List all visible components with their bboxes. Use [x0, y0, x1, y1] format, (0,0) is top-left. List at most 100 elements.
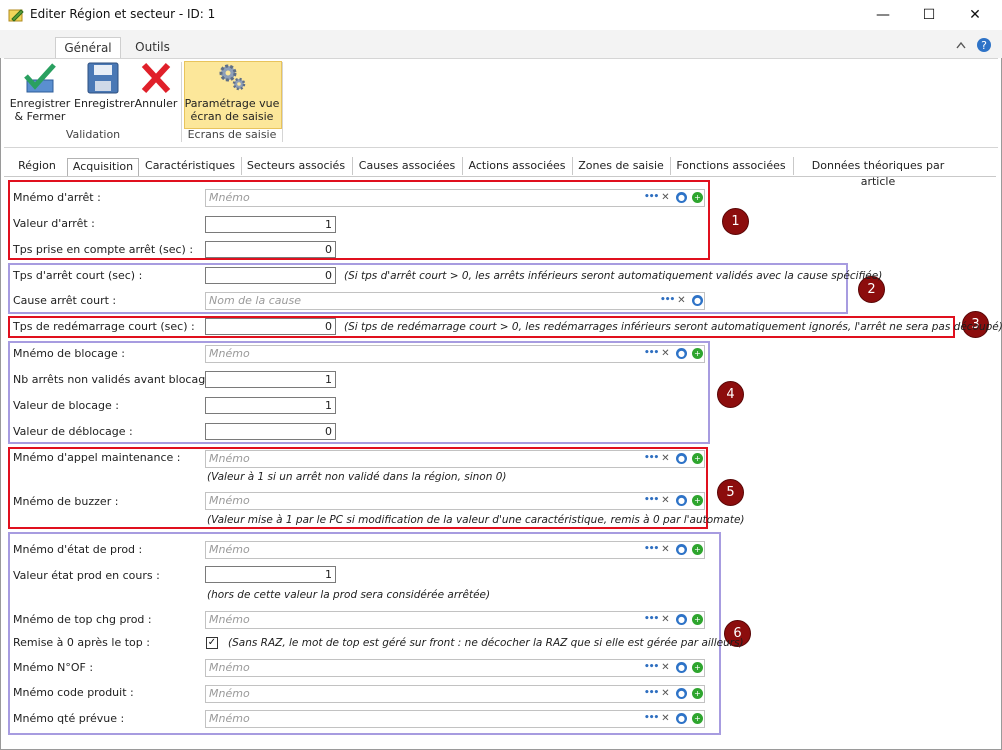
tab-actions-associees[interactable]: Actions associées — [465, 158, 569, 176]
ribbon-tab-general[interactable]: Général — [55, 37, 121, 59]
add-icon[interactable]: + — [692, 348, 703, 359]
add-icon[interactable]: + — [692, 614, 703, 625]
clear-icon[interactable]: ✕ — [660, 544, 671, 555]
close-button[interactable]: ✕ — [952, 0, 998, 30]
appel-maintenance-field[interactable]: Mnémo ••• ✕ ● + — [205, 450, 705, 468]
raz-label: Remise à 0 après le top : — [13, 636, 150, 649]
tab-acquisition[interactable]: Acquisition — [67, 158, 139, 177]
info-icon[interactable]: ● — [676, 688, 687, 699]
group-box-6 — [8, 532, 721, 735]
qte-prevue-placeholder: Mnémo — [209, 712, 250, 725]
code-produit-placeholder: Mnémo — [209, 687, 250, 700]
mnemo-blocage-placeholder: Mnémo — [209, 347, 250, 360]
collapse-ribbon-icon[interactable] — [955, 40, 967, 50]
info-icon[interactable]: ● — [676, 614, 687, 625]
add-icon[interactable]: + — [692, 662, 703, 673]
mnemo-blocage-field[interactable]: Mnémo ••• ✕ ● + — [205, 345, 705, 363]
tps-prise-label: Tps prise en compte arrêt (sec) : — [13, 243, 194, 256]
help-icon[interactable]: ? — [976, 37, 992, 53]
info-icon[interactable]: ● — [676, 495, 687, 506]
buzzer-note: (Valeur mise à 1 par le PC si modificati… — [207, 514, 745, 526]
valeur-etat-input[interactable]: 1 — [205, 566, 336, 583]
info-icon[interactable]: ● — [676, 544, 687, 555]
add-icon[interactable]: + — [692, 688, 703, 699]
buzzer-placeholder: Mnémo — [209, 494, 250, 507]
ellipsis-icon[interactable]: ••• — [644, 713, 659, 724]
add-icon[interactable]: + — [692, 495, 703, 506]
info-icon[interactable]: ● — [692, 295, 703, 306]
raz-checkbox[interactable]: ✓ — [206, 637, 218, 649]
tps-arret-court-input[interactable]: 0 — [205, 267, 336, 284]
clear-icon[interactable]: ✕ — [660, 688, 671, 699]
info-icon[interactable]: ● — [676, 713, 687, 724]
maximize-button[interactable]: ☐ — [906, 0, 952, 30]
save-button[interactable]: Enregistrer — [74, 62, 135, 110]
top-chg-prod-field[interactable]: Mnémo ••• ✕ ● + — [205, 611, 705, 629]
save-close-button[interactable]: Enregistrer & Fermer — [8, 62, 72, 123]
add-icon[interactable]: + — [692, 544, 703, 555]
ellipsis-icon[interactable]: ••• — [644, 544, 659, 555]
clear-icon[interactable]: ✕ — [660, 453, 671, 464]
clear-icon[interactable]: ✕ — [660, 713, 671, 724]
add-icon[interactable]: + — [692, 713, 703, 724]
info-icon[interactable]: ● — [676, 453, 687, 464]
info-icon[interactable]: ● — [676, 662, 687, 673]
ellipsis-icon[interactable]: ••• — [644, 192, 659, 203]
tab-secteurs-associes[interactable]: Secteurs associés — [244, 158, 348, 176]
cancel-label: Annuler — [134, 97, 178, 110]
clear-icon[interactable]: ✕ — [660, 348, 671, 359]
nb-arrets-input[interactable]: 1 — [205, 371, 336, 388]
clear-icon[interactable]: ✕ — [660, 662, 671, 673]
add-icon[interactable]: + — [692, 192, 703, 203]
valeur-blocage-input[interactable]: 1 — [205, 397, 336, 414]
info-icon[interactable]: ● — [676, 348, 687, 359]
valeur-arret-label: Valeur d'arrêt : — [13, 217, 95, 230]
appel-maintenance-label: Mnémo d'appel maintenance : — [13, 451, 181, 464]
numero-of-field[interactable]: Mnémo ••• ✕ ● + — [205, 659, 705, 677]
tab-fonctions-associees[interactable]: Fonctions associées — [673, 158, 789, 176]
tab-zones-de-saisie[interactable]: Zones de saisie — [575, 158, 667, 176]
clear-icon[interactable]: ✕ — [676, 295, 687, 306]
ellipsis-icon[interactable]: ••• — [644, 348, 659, 359]
gears-icon — [219, 64, 246, 91]
tps-redemarrage-note: (Si tps de redémarrage court > 0, les re… — [344, 321, 1002, 333]
cause-arret-label: Cause arrêt court : — [13, 294, 117, 307]
qte-prevue-field[interactable]: Mnémo ••• ✕ ● + — [205, 710, 705, 728]
minimize-button[interactable]: — — [860, 0, 906, 30]
tab-region[interactable]: Région — [12, 158, 62, 176]
tps-prise-input[interactable]: 0 — [205, 241, 336, 258]
top-chg-prod-placeholder: Mnémo — [209, 613, 250, 626]
mnemo-arret-field[interactable]: Mnémo ••• ✕ ● + — [205, 189, 705, 207]
clear-icon[interactable]: ✕ — [660, 192, 671, 203]
ellipsis-icon[interactable]: ••• — [644, 662, 659, 673]
window-title: Editer Région et secteur - ID: 1 — [30, 7, 216, 21]
ribbon-group-separator — [282, 62, 283, 142]
tab-donnees-theoriques[interactable]: Données théoriques par article — [796, 158, 960, 188]
cancel-button[interactable]: Annuler — [134, 62, 178, 110]
cause-arret-field[interactable]: Nom de la cause ••• ✕ ● — [205, 292, 705, 310]
tps-redemarrage-input[interactable]: 0 — [205, 318, 336, 335]
param-vue-button[interactable]: Paramétrage vue écran de saisie — [184, 62, 280, 123]
valeur-deblocage-input[interactable]: 0 — [205, 423, 336, 440]
code-produit-field[interactable]: Mnémo ••• ✕ ● + — [205, 685, 705, 703]
valeur-etat-label: Valeur état prod en cours : — [13, 569, 160, 582]
valeur-arret-input[interactable]: 1 — [205, 216, 336, 233]
add-icon[interactable]: + — [692, 453, 703, 464]
clear-icon[interactable]: ✕ — [660, 614, 671, 625]
etat-prod-field[interactable]: Mnémo ••• ✕ ● + — [205, 541, 705, 559]
tab-caracteristiques[interactable]: Caractéristiques — [143, 158, 237, 176]
ellipsis-icon[interactable]: ••• — [660, 295, 675, 306]
tps-redemarrage-label: Tps de redémarrage court (sec) : — [13, 320, 195, 333]
tab-causes-associees[interactable]: Causes associées — [355, 158, 459, 176]
clear-icon[interactable]: ✕ — [660, 495, 671, 506]
ellipsis-icon[interactable]: ••• — [644, 495, 659, 506]
save-close-check-icon — [24, 63, 56, 93]
info-icon[interactable]: ● — [676, 192, 687, 203]
ellipsis-icon[interactable]: ••• — [644, 614, 659, 625]
group-label-ecrans: Ecrans de saisie — [187, 128, 277, 141]
ribbon-tab-outils[interactable]: Outils — [125, 37, 180, 58]
buzzer-field[interactable]: Mnémo ••• ✕ ● + — [205, 492, 705, 510]
param-label-2: écran de saisie — [190, 110, 274, 123]
ellipsis-icon[interactable]: ••• — [644, 688, 659, 699]
ellipsis-icon[interactable]: ••• — [644, 453, 659, 464]
